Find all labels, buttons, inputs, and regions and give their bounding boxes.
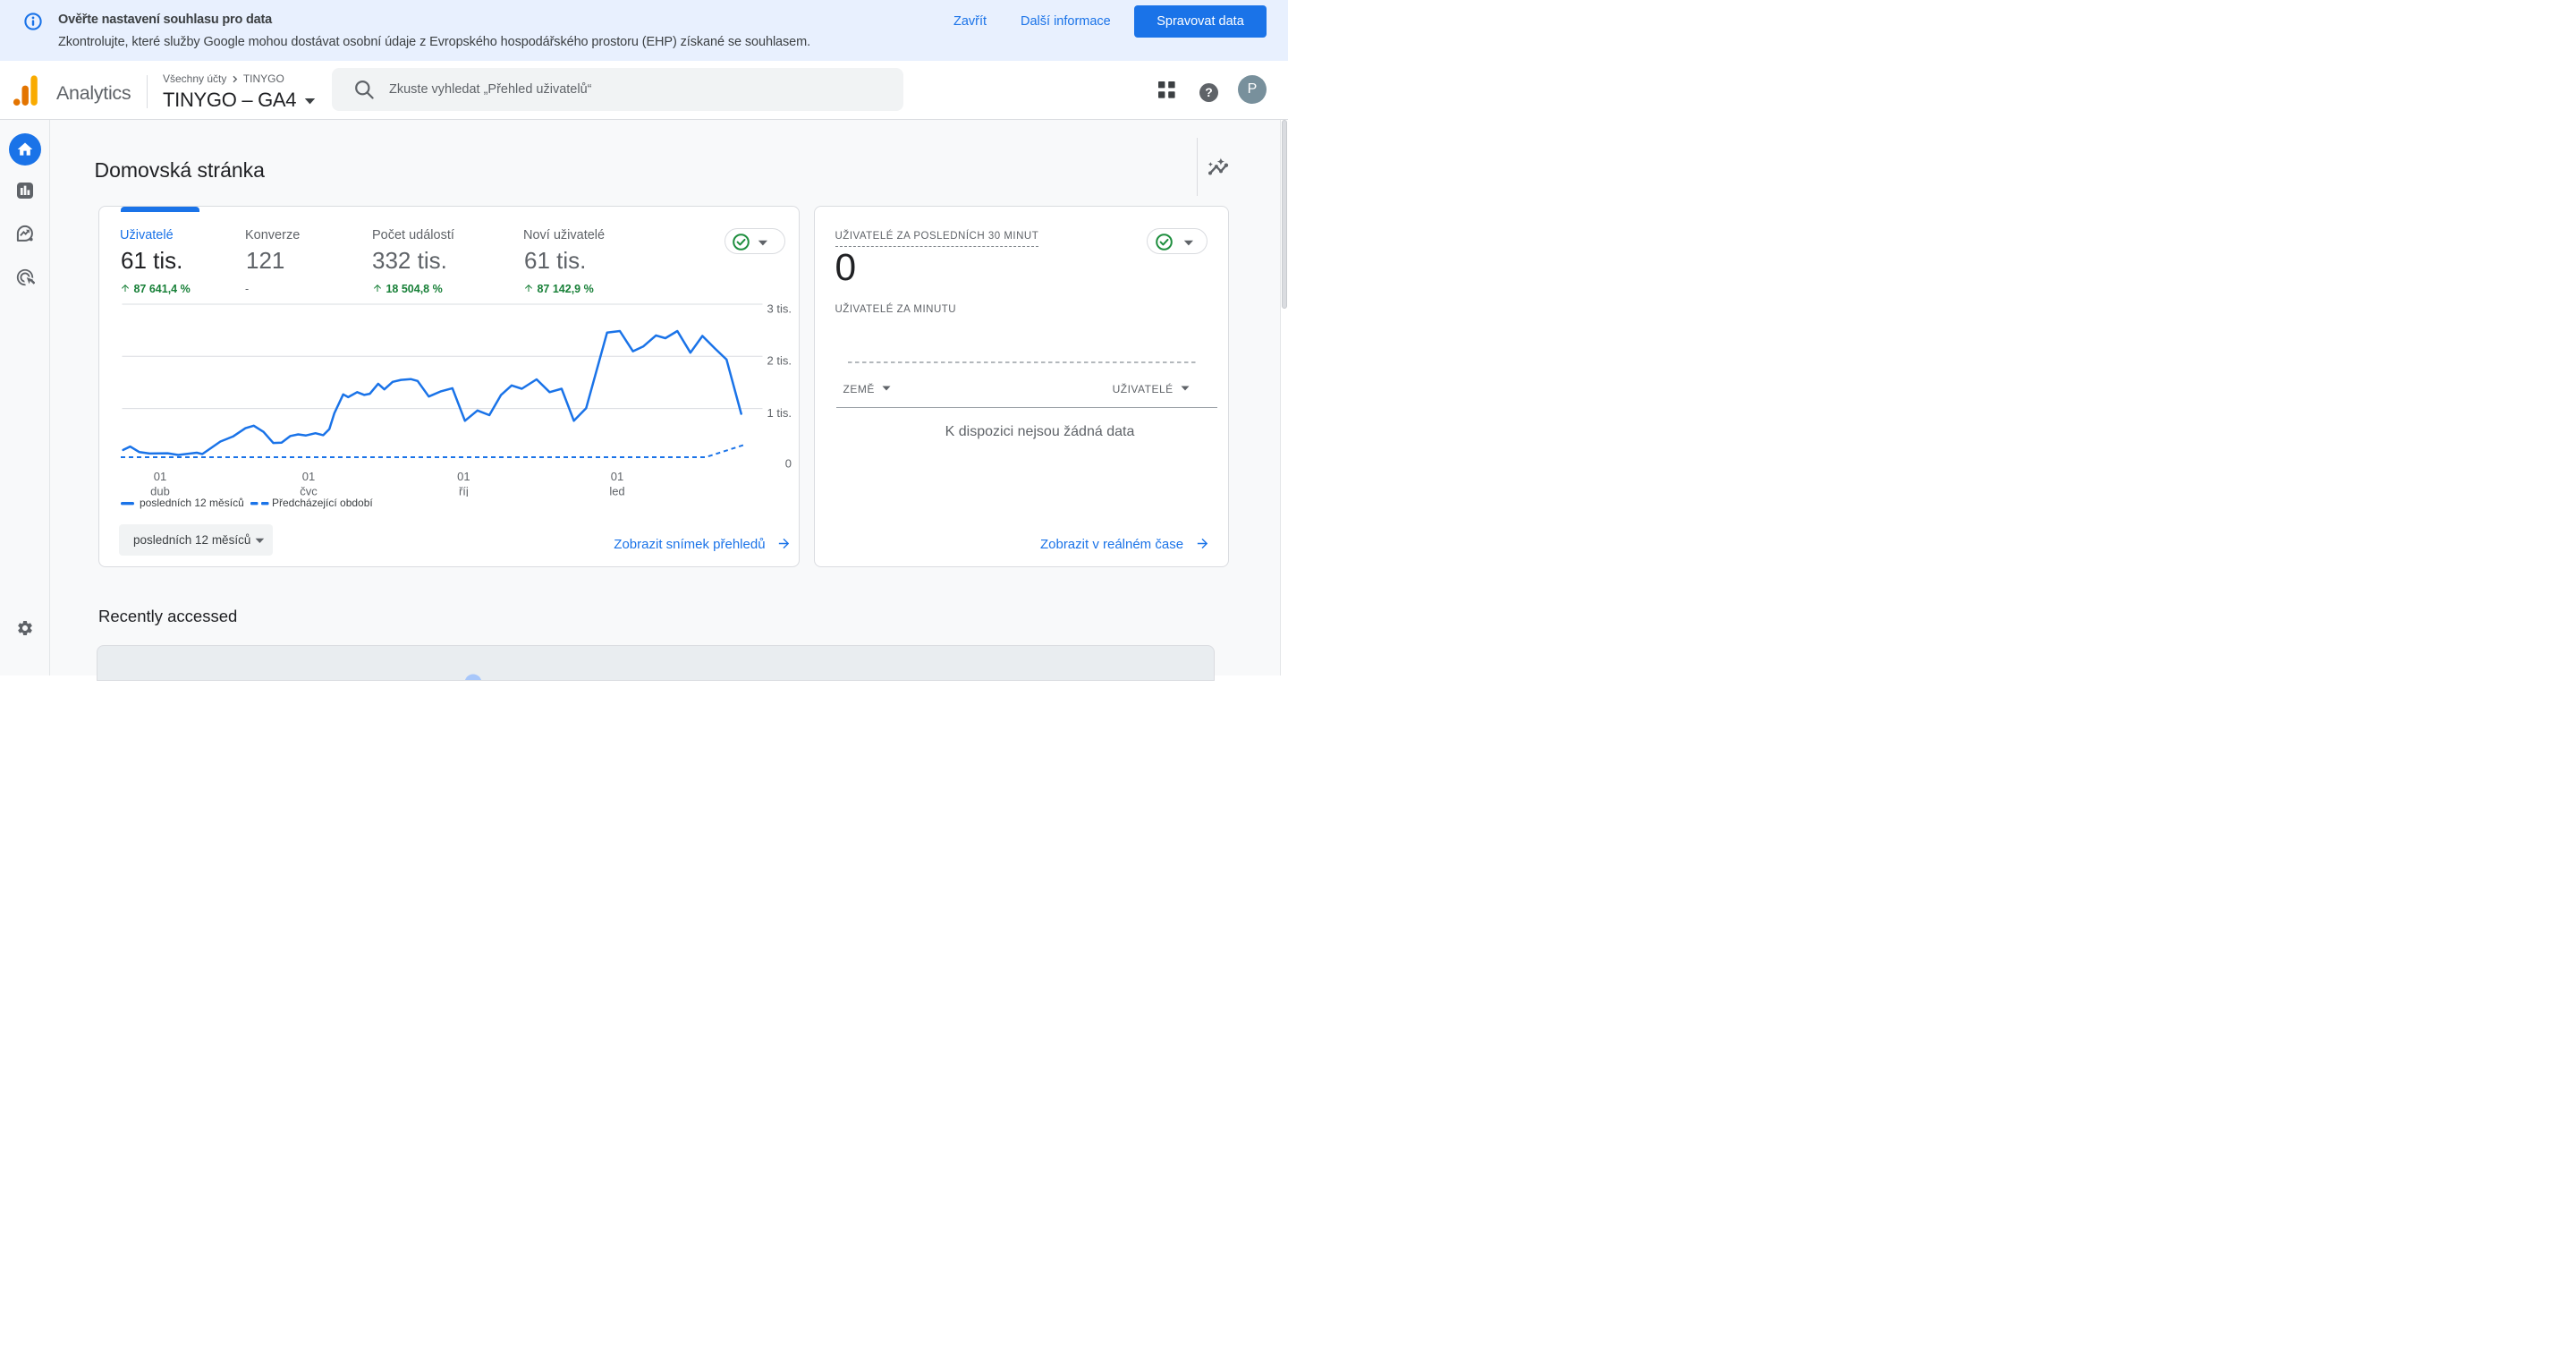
svg-text:1 tis.: 1 tis. — [767, 406, 792, 420]
svg-text:01: 01 — [154, 470, 166, 483]
svg-text:2 tis.: 2 tis. — [767, 353, 792, 367]
svg-text:3 tis.: 3 tis. — [767, 302, 792, 315]
svg-text:říj: říj — [459, 484, 469, 497]
svg-text:led: led — [609, 484, 624, 497]
svg-text:0: 0 — [785, 456, 792, 470]
svg-text:čvc: čvc — [300, 484, 318, 497]
svg-text:01: 01 — [302, 470, 315, 483]
svg-text:dub: dub — [150, 484, 170, 497]
svg-text:01: 01 — [611, 470, 623, 483]
svg-text:01: 01 — [457, 470, 470, 483]
